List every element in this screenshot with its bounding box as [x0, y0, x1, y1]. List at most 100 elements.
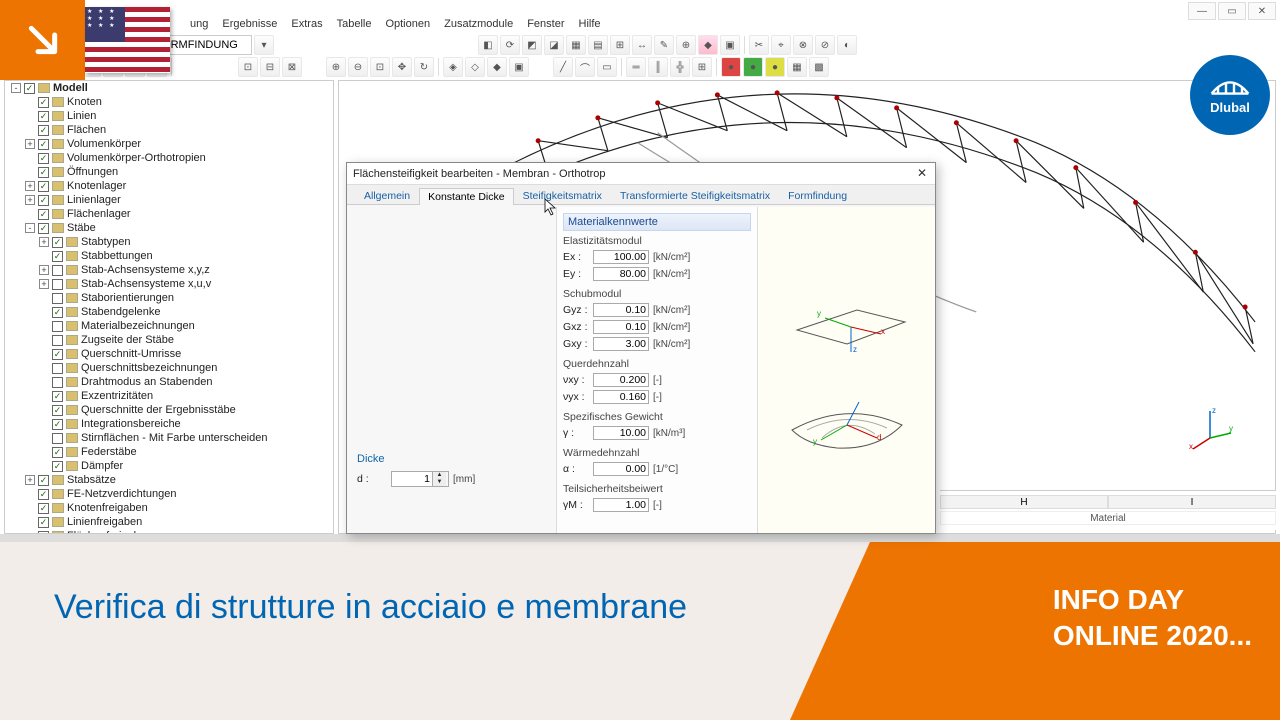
tb2-red-icon[interactable]: ●	[721, 57, 741, 77]
tree-item[interactable]: +Volumenkörper	[5, 137, 333, 151]
tree-item[interactable]: +Stab-Achsensysteme x,y,z	[5, 263, 333, 277]
tree-toggle-icon[interactable]: +	[39, 265, 49, 275]
tb2-zoom-fit-icon[interactable]: ⊡	[370, 57, 390, 77]
tree-checkbox[interactable]	[38, 531, 49, 534]
menu-extras[interactable]: Extras	[291, 18, 322, 36]
dialog-tab[interactable]: Allgemein	[355, 187, 419, 204]
tree-checkbox[interactable]	[52, 433, 63, 444]
tb2-rotate-icon[interactable]: ↻	[414, 57, 434, 77]
tree-checkbox[interactable]	[52, 447, 63, 458]
menu-tabelle[interactable]: Tabelle	[337, 18, 372, 36]
tree-checkbox[interactable]	[52, 419, 63, 430]
tree-checkbox[interactable]	[52, 461, 63, 472]
close-button[interactable]: ✕	[1248, 2, 1276, 20]
tree-checkbox[interactable]	[52, 293, 63, 304]
tree-checkbox[interactable]	[52, 335, 63, 346]
tree-checkbox[interactable]	[52, 349, 63, 360]
tb2-o-icon[interactable]: ═	[626, 57, 646, 77]
tree-item[interactable]: Flächenlager	[5, 207, 333, 221]
maximize-button[interactable]: ▭	[1218, 2, 1246, 20]
dialog-tab[interactable]: Transformierte Steifigkeitsmatrix	[611, 187, 779, 204]
tree-item[interactable]: Knotenfreigaben	[5, 501, 333, 515]
field-input[interactable]	[593, 373, 649, 387]
tree-item[interactable]: +Stabsätze	[5, 473, 333, 487]
tree-checkbox[interactable]	[38, 517, 49, 528]
tree-checkbox[interactable]	[38, 111, 49, 122]
tb2-r-icon[interactable]: ⊞	[692, 57, 712, 77]
tree-checkbox[interactable]	[52, 265, 63, 276]
tree-item[interactable]: -Stäbe	[5, 221, 333, 235]
menu-hilfe[interactable]: Hilfe	[579, 18, 601, 36]
tb-snap-icon[interactable]: ⊞	[610, 35, 630, 55]
menu-ung[interactable]: ung	[190, 18, 208, 36]
tb2-green-icon[interactable]: ●	[743, 57, 763, 77]
tb-grid-icon[interactable]: ▦	[566, 35, 586, 55]
tree-item[interactable]: Querschnittsbezeichnungen	[5, 361, 333, 375]
tree-scroll[interactable]: -ModellKnotenLinienFlächen+Volumenkörper…	[5, 81, 333, 533]
spin-down-icon[interactable]: ▼	[432, 479, 446, 486]
col-header-h[interactable]: H	[940, 495, 1108, 509]
tree-item[interactable]: Knoten	[5, 95, 333, 109]
tree-item[interactable]: Linienfreigaben	[5, 515, 333, 529]
tree-checkbox[interactable]	[24, 83, 35, 94]
tree-item[interactable]: Stabbettungen	[5, 249, 333, 263]
thickness-spinner[interactable]: ▲▼	[391, 471, 449, 487]
col-header-i[interactable]: I	[1108, 495, 1276, 509]
tree-checkbox[interactable]	[38, 209, 49, 220]
tb2-m-icon[interactable]: ◆	[487, 57, 507, 77]
tree-toggle-icon[interactable]: +	[25, 181, 35, 191]
tree-item[interactable]: Volumenkörper-Orthotropien	[5, 151, 333, 165]
tb-tool9-icon[interactable]: ◐	[837, 35, 857, 55]
tree-item[interactable]: Drahtmodus an Stabenden	[5, 375, 333, 389]
tree-item[interactable]: Materialbezeichnungen	[5, 319, 333, 333]
tree-item[interactable]: Dämpfer	[5, 459, 333, 473]
tb2-line-icon[interactable]: ╱	[553, 57, 573, 77]
tree-item[interactable]: Flächen	[5, 123, 333, 137]
tb-misc-icon[interactable]: ◧	[478, 35, 498, 55]
tree-toggle-icon[interactable]: +	[25, 475, 35, 485]
menu-optionen[interactable]: Optionen	[385, 18, 430, 36]
tree-checkbox[interactable]	[38, 475, 49, 486]
tb2-pan-icon[interactable]: ✥	[392, 57, 412, 77]
tree-checkbox[interactable]	[38, 223, 49, 234]
tree-item[interactable]: +Knotenlager	[5, 179, 333, 193]
thickness-input[interactable]	[392, 472, 432, 486]
tb2-s-icon[interactable]: ▦	[787, 57, 807, 77]
tree-toggle-icon[interactable]: +	[39, 279, 49, 289]
tree-checkbox[interactable]	[38, 503, 49, 514]
tree-item[interactable]: Integrationsbereiche	[5, 417, 333, 431]
tb-layer-icon[interactable]: ▤	[588, 35, 608, 55]
tb-view-icon[interactable]: ◩	[522, 35, 542, 55]
field-input[interactable]	[593, 303, 649, 317]
tb-tool6-icon[interactable]: ⌖	[771, 35, 791, 55]
tb2-yellow-icon[interactable]: ●	[765, 57, 785, 77]
tree-item[interactable]: Linien	[5, 109, 333, 123]
tree-checkbox[interactable]	[52, 279, 63, 290]
field-input[interactable]	[593, 498, 649, 512]
tree-item[interactable]: Querschnitt-Umrisse	[5, 347, 333, 361]
tree-toggle-icon[interactable]: -	[25, 223, 35, 233]
field-input[interactable]	[593, 390, 649, 404]
tree-checkbox[interactable]	[52, 377, 63, 388]
spin-up-icon[interactable]: ▲	[432, 472, 446, 479]
tree-checkbox[interactable]	[38, 153, 49, 164]
tb2-t-icon[interactable]: ▩	[809, 57, 829, 77]
tree-checkbox[interactable]	[38, 489, 49, 500]
menu-zusatzmodule[interactable]: Zusatzmodule	[444, 18, 513, 36]
tree-checkbox[interactable]	[38, 97, 49, 108]
tree-checkbox[interactable]	[38, 139, 49, 150]
tree-item[interactable]: Querschnitte der Ergebnisstäbe	[5, 403, 333, 417]
menu-ergebnisse[interactable]: Ergebnisse	[222, 18, 277, 36]
tb-tool8-icon[interactable]: ⊘	[815, 35, 835, 55]
tree-item[interactable]: FE-Netzverdichtungen	[5, 487, 333, 501]
tb-tool3-icon[interactable]: ◆	[698, 35, 718, 55]
tree-checkbox[interactable]	[38, 195, 49, 206]
menu-fenster[interactable]: Fenster	[527, 18, 564, 36]
tree-checkbox[interactable]	[52, 363, 63, 374]
tb-tool5-icon[interactable]: ✂	[749, 35, 769, 55]
tb2-j-icon[interactable]: ⊠	[282, 57, 302, 77]
tb2-k-icon[interactable]: ◈	[443, 57, 463, 77]
tb2-arc-icon[interactable]: ⌒	[575, 57, 595, 77]
field-input[interactable]	[593, 320, 649, 334]
tree-checkbox[interactable]	[52, 321, 63, 332]
